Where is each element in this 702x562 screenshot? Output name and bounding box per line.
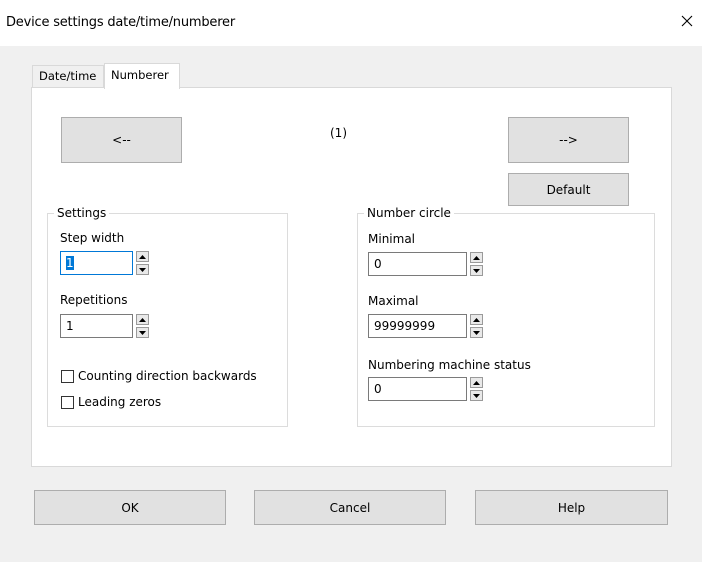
minimal-stepper[interactable]: 0 [368,252,483,276]
counting-backwards-label: Counting direction backwards [78,369,257,383]
ok-button[interactable]: OK [34,490,226,525]
counting-backwards-checkbox[interactable]: Counting direction backwards [61,369,257,383]
default-button[interactable]: Default [508,173,629,206]
minimal-up-arrow-icon[interactable] [470,252,483,263]
dialog-window: Device settings date/time/numberer Date/… [0,0,702,562]
settings-group-title: Settings [54,206,110,220]
cancel-button[interactable]: Cancel [254,490,446,525]
checkbox-box[interactable] [61,369,74,383]
minimal-down-arrow-icon[interactable] [470,265,483,276]
window-title: Device settings date/time/numberer [6,15,236,30]
maximal-input[interactable]: 99999999 [368,314,467,338]
machine-status-stepper[interactable]: 0 [368,377,483,401]
next-button[interactable]: --> [508,117,629,163]
number-circle-group-title: Number circle [364,206,454,220]
title-bar: Device settings date/time/numberer [0,0,702,46]
previous-button[interactable]: <-- [61,117,182,163]
machine-status-input[interactable]: 0 [368,377,467,401]
repetitions-stepper[interactable]: 1 [60,314,149,338]
step-width-label: Step width [60,231,125,245]
help-button[interactable]: Help [475,490,668,525]
step-width-stepper[interactable]: 1 [60,251,149,275]
maximal-stepper[interactable]: 99999999 [368,314,483,338]
leading-zeros-label: Leading zeros [78,395,162,409]
step-width-down-arrow-icon[interactable] [136,264,149,275]
repetitions-label: Repetitions [60,293,128,307]
tab-date-time[interactable]: Date/time [32,65,104,88]
record-counter: (1) [330,126,347,140]
repetitions-up-arrow-icon[interactable] [136,314,149,325]
step-width-up-arrow-icon[interactable] [136,251,149,262]
maximal-down-arrow-icon[interactable] [470,327,483,338]
minimal-label: Minimal [368,232,416,246]
minimal-input[interactable]: 0 [368,252,467,276]
step-width-input[interactable]: 1 [60,251,133,275]
repetitions-input[interactable]: 1 [60,314,133,338]
machine-status-up-arrow-icon[interactable] [470,377,483,388]
maximal-label: Maximal [368,294,419,308]
machine-status-label: Numbering machine status [368,358,531,372]
repetitions-down-arrow-icon[interactable] [136,327,149,338]
checkbox-box[interactable] [61,395,74,409]
leading-zeros-checkbox[interactable]: Leading zeros [61,395,161,409]
close-icon [681,15,693,27]
tab-numberer[interactable]: Numberer [104,63,180,89]
machine-status-down-arrow-icon[interactable] [470,390,483,401]
close-button[interactable] [672,4,702,38]
maximal-up-arrow-icon[interactable] [470,314,483,325]
